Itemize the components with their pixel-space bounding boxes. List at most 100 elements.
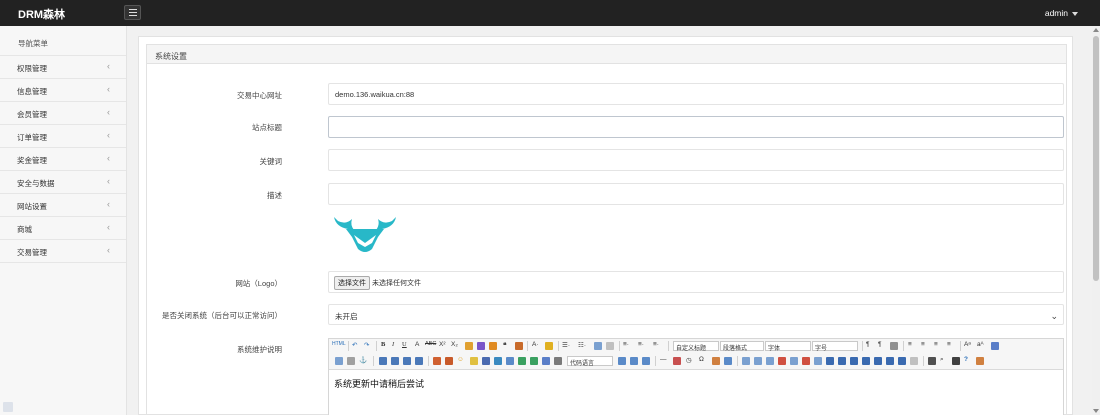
uppercase-icon[interactable]: Aᵃ [964, 341, 971, 348]
delete-col-icon[interactable] [814, 357, 822, 365]
auto-typeset-icon[interactable] [489, 342, 497, 350]
insert-video-icon[interactable] [482, 357, 490, 365]
brand-title[interactable]: DRM森林 [18, 6, 65, 22]
split-cells-icon[interactable] [862, 357, 870, 365]
editor-content[interactable]: 系统更新中请稍后尝试 [329, 370, 1063, 390]
subscript-icon[interactable]: X₂ [451, 341, 458, 348]
site-title-input[interactable] [328, 116, 1064, 138]
horizontal-rule-icon[interactable]: — [660, 356, 667, 363]
insert-paragraph-before-table-icon[interactable] [766, 357, 774, 365]
sidebar-item-security[interactable]: 安全与数据 ‹ [0, 171, 126, 194]
template-icon[interactable] [630, 357, 638, 365]
image-center-icon[interactable] [415, 357, 423, 365]
center-url-input[interactable]: demo.136.waikua.cn:88 [328, 83, 1064, 105]
font-size-select[interactable]: 字号 [812, 341, 858, 352]
insert-image-icon[interactable] [433, 357, 441, 365]
merge-right-icon[interactable] [838, 357, 846, 365]
keywords-input[interactable] [328, 149, 1064, 171]
align-justify-icon[interactable]: ≡ [947, 341, 951, 348]
search-replace-icon[interactable] [952, 357, 960, 365]
unlink-icon[interactable] [347, 357, 355, 365]
page-scrollbar[interactable] [1092, 26, 1100, 415]
scroll-thumb[interactable] [1093, 36, 1099, 281]
description-input[interactable] [328, 183, 1064, 205]
sidebar-item-trading[interactable]: 交易管理 ‹ [0, 240, 126, 263]
align-right-icon[interactable]: ≡ [934, 341, 938, 348]
redo-icon[interactable]: ↷ [364, 341, 369, 349]
unordered-list-icon[interactable]: ☷· [578, 341, 586, 349]
line-height-icon[interactable]: ≡· [653, 341, 659, 348]
indent-icon[interactable] [890, 342, 898, 350]
align-center-icon[interactable]: ≡ [921, 341, 925, 348]
merge-down-icon[interactable] [850, 357, 858, 365]
word-image-icon[interactable] [712, 357, 720, 365]
blockquote-icon[interactable]: ❝ [503, 341, 507, 349]
ordered-list-icon[interactable]: ☰· [562, 341, 570, 349]
font-family-select[interactable]: 字体 [765, 341, 811, 352]
paragraph-format-select[interactable]: 段落格式 [720, 341, 764, 352]
multi-image-icon[interactable] [445, 357, 453, 365]
page-break-icon[interactable] [618, 357, 626, 365]
font-border-icon[interactable]: A [415, 341, 419, 348]
scrawl-icon[interactable] [470, 357, 478, 365]
delete-table-icon[interactable] [754, 357, 762, 365]
sidebar-item-bonus[interactable]: 奖金管理 ‹ [0, 148, 126, 171]
row-spacing-bottom-icon[interactable]: ≡· [638, 341, 644, 348]
snapscreen-icon[interactable] [724, 357, 732, 365]
insert-code-icon[interactable] [554, 357, 562, 365]
special-chars-icon[interactable]: Ω [699, 356, 704, 363]
lowercase-icon[interactable]: aᴬ [977, 341, 984, 348]
menu-toggle-button[interactable] [124, 5, 141, 20]
scroll-down-arrow-icon[interactable] [1093, 409, 1099, 413]
superscript-icon[interactable]: X² [439, 341, 446, 348]
insert-frame-icon[interactable] [991, 342, 999, 350]
font-color-icon[interactable]: A· [532, 341, 539, 348]
map-icon[interactable] [518, 357, 526, 365]
sidebar-item-site-settings[interactable]: 网站设置 ‹ [0, 194, 126, 217]
sidebar-collapse-button[interactable] [3, 402, 13, 412]
clear-doc-icon[interactable] [606, 342, 614, 350]
insert-col-icon[interactable] [802, 357, 810, 365]
paste-plain-icon[interactable] [515, 342, 523, 350]
date-icon[interactable] [673, 357, 681, 365]
row-spacing-top-icon[interactable]: ≡· [623, 341, 629, 348]
background-icon[interactable] [642, 357, 650, 365]
format-match-icon[interactable] [465, 342, 473, 350]
close-system-select[interactable]: 未开启 ⌄ [328, 304, 1064, 325]
split-rows-icon[interactable] [874, 357, 882, 365]
print-icon[interactable] [928, 357, 936, 365]
preview-icon[interactable]: ⌕ [940, 356, 944, 364]
scroll-up-arrow-icon[interactable] [1093, 28, 1099, 32]
bold-icon[interactable]: B [381, 341, 385, 348]
link-icon[interactable] [335, 357, 343, 365]
clear-format-icon[interactable] [477, 342, 485, 350]
insert-row-icon[interactable] [778, 357, 786, 365]
rtl-icon[interactable]: ¶ [878, 341, 882, 348]
choose-file-button[interactable]: 选择文件 [334, 276, 370, 290]
undo-icon[interactable]: ↶ [352, 341, 357, 349]
insert-table-icon[interactable] [742, 357, 750, 365]
anchor-icon[interactable]: ⚓ [359, 356, 367, 364]
image-left-icon[interactable] [391, 357, 399, 365]
align-left-icon[interactable]: ≡ [908, 341, 912, 348]
table-sort-icon[interactable] [910, 357, 918, 365]
sidebar-item-orders[interactable]: 订单管理 ‹ [0, 125, 126, 148]
delete-row-icon[interactable] [790, 357, 798, 365]
table-props-icon[interactable] [898, 357, 906, 365]
underline-icon[interactable]: U [402, 341, 407, 348]
html-source-icon[interactable]: HTML [332, 341, 346, 347]
google-map-icon[interactable] [530, 357, 538, 365]
sidebar-item-permissions[interactable]: 权限管理 ‹ [0, 56, 126, 79]
rich-text-editor[interactable]: HTML ↶ ↷ B I U A ABC X² X₂ ❝ A· ☰· ☷· ≡·… [328, 338, 1064, 415]
italic-icon[interactable]: I [392, 341, 394, 348]
help-icon[interactable]: ? [964, 356, 968, 363]
insert-frame-2-icon[interactable] [542, 357, 550, 365]
sidebar-item-info[interactable]: 信息管理 ‹ [0, 79, 126, 102]
attachment-icon[interactable] [506, 357, 514, 365]
sidebar-item-members[interactable]: 会员管理 ‹ [0, 102, 126, 125]
merge-cells-icon[interactable] [826, 357, 834, 365]
emotion-icon[interactable]: ☺ [457, 356, 464, 363]
image-right-icon[interactable] [403, 357, 411, 365]
highlight-icon[interactable] [545, 342, 553, 350]
time-icon[interactable]: ◷ [686, 356, 692, 364]
